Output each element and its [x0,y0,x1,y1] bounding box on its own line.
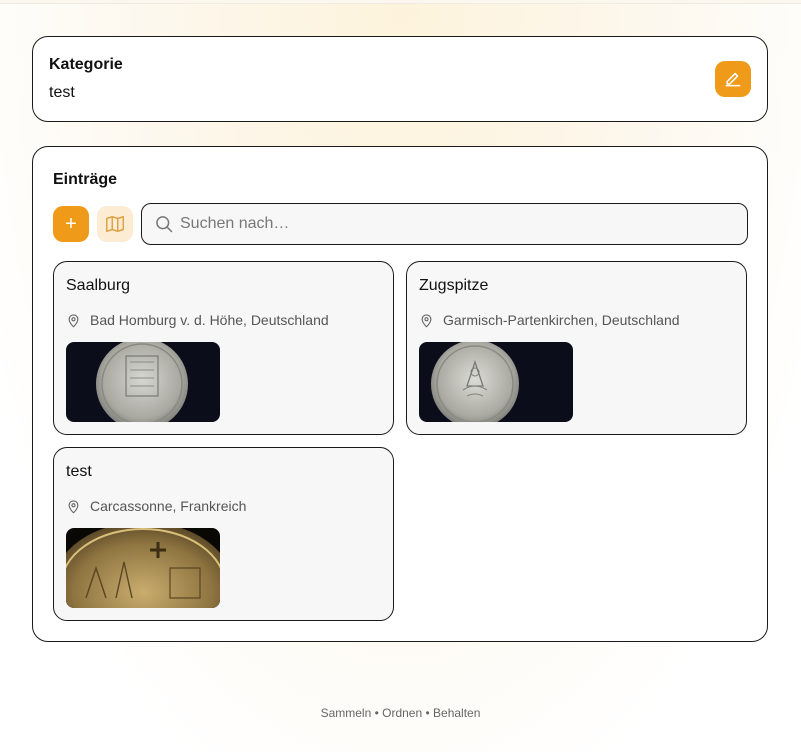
entry-name: Saalburg [66,277,131,294]
map-pin-icon [421,313,432,328]
category-value: test [49,84,75,101]
entry-location-text: Bad Homburg v. d. Höhe, Deutschland [90,312,329,328]
entry-thumbnail[interactable] [66,528,220,608]
entry-location-text: Carcassonne, Frankreich [90,498,247,514]
edit-category-button[interactable] [715,61,751,97]
entry-location: Bad Homburg v. d. Höhe, Deutschland [66,312,329,328]
entry-name: test [66,463,92,480]
map-pin-icon [68,499,79,514]
entry-name: Zugspitze [419,277,489,294]
gold-coin-image [66,528,220,608]
entries-card: Einträge + Saalburg Bad Homburg v. d. Hö… [32,146,768,642]
map-icon [106,215,124,233]
top-bar [0,0,801,4]
entry-location: Garmisch-Partenkirchen, Deutschland [419,312,680,328]
map-view-button[interactable] [97,206,133,242]
entry-location: Carcassonne, Frankreich [66,498,246,514]
pencil-icon [725,72,741,87]
entry-card[interactable]: Saalburg Bad Homburg v. d. Höhe, Deutsch… [53,261,394,435]
silver-coin-image [419,342,573,422]
entry-location-text: Garmisch-Partenkirchen, Deutschland [443,312,680,328]
map-pin-icon [68,313,79,328]
add-entry-button[interactable]: + [53,206,89,242]
silver-coin-image [66,342,220,422]
footer-tagline: Sammeln • Ordnen • Behalten [320,706,481,720]
entry-card[interactable]: test Carcassonne, Frankreich [53,447,394,621]
search-input[interactable] [180,215,740,233]
entries-title: Einträge [53,171,118,188]
category-card: Kategorie test [32,36,768,122]
entry-thumbnail[interactable] [419,342,573,422]
category-label: Kategorie [49,56,123,73]
search-icon [156,216,173,233]
entry-card[interactable]: Zugspitze Garmisch-Partenkirchen, Deutsc… [406,261,747,435]
search-field[interactable] [141,203,748,245]
entry-thumbnail[interactable] [66,342,220,422]
